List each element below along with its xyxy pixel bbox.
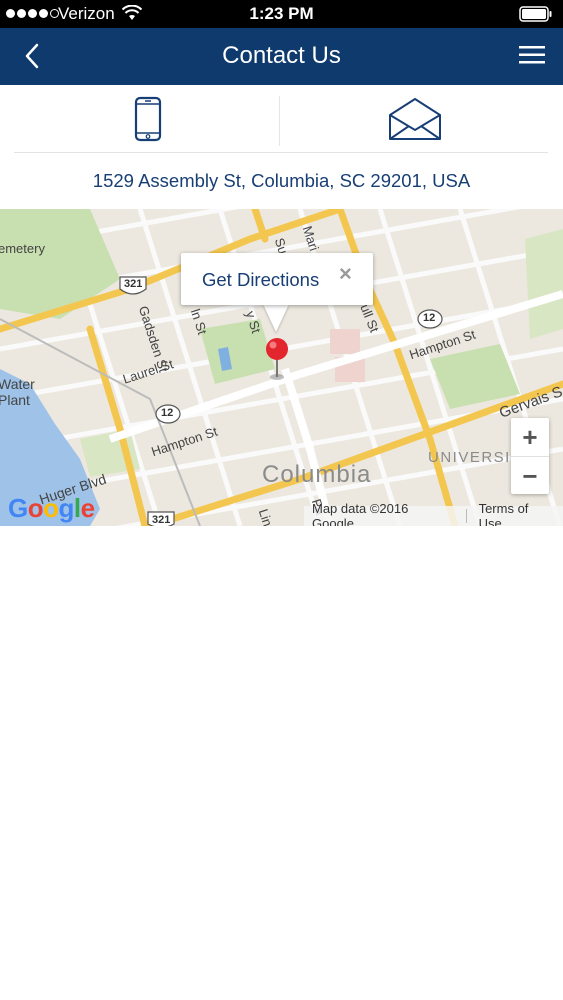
highway-12-left: 12	[161, 407, 174, 419]
map-label-water: Water	[0, 376, 35, 392]
map-label-university: UNIVERSIT	[428, 449, 522, 466]
phone-icon	[134, 96, 161, 142]
nav-bar: Contact Us	[0, 28, 563, 85]
call-button[interactable]	[14, 85, 281, 153]
close-icon[interactable]: ×	[339, 261, 352, 287]
page-title: Contact Us	[222, 42, 341, 69]
google-logo: Google	[8, 493, 95, 523]
contact-options	[14, 85, 548, 153]
email-button[interactable]	[281, 85, 548, 153]
highway-321-top: 321	[124, 278, 143, 290]
status-time: 1:23 PM	[249, 4, 314, 23]
map-label-columbia: Columbia	[262, 461, 372, 488]
highway-321-bottom: 321	[152, 514, 171, 526]
location-pin-icon[interactable]	[264, 337, 290, 381]
zoom-out-button[interactable]: −	[511, 456, 549, 494]
attribution-divider	[465, 509, 467, 523]
get-directions-link[interactable]: Get Directions	[202, 269, 319, 291]
map-attribution: Map data ©2016 Google Terms of Use	[304, 501, 563, 526]
map-data-credit: Map data ©2016 Google	[312, 501, 409, 526]
map-label-cemetery: emetery	[0, 241, 45, 256]
hamburger-menu-icon[interactable]	[519, 44, 545, 66]
battery-icon	[519, 6, 552, 22]
highway-12-right: 12	[423, 312, 436, 324]
callout-tail	[263, 304, 289, 332]
envelope-icon	[388, 98, 441, 140]
map-label-plant: Plant	[0, 392, 30, 408]
address-text: 1529 Assembly St, Columbia, SC 29201, US…	[92, 170, 471, 191]
contact-divider	[279, 96, 280, 146]
zoom-controls: + −	[511, 418, 549, 494]
directions-callout[interactable]: Get Directions ×	[181, 253, 373, 305]
terms-of-use-link[interactable]: Terms of Use	[479, 501, 555, 526]
zoom-in-button[interactable]: +	[511, 418, 549, 456]
map-view[interactable]: emetery Water Plant Gadsden St Laurel St…	[0, 209, 563, 526]
status-bar: Verizon 1:23 PM	[0, 0, 563, 28]
